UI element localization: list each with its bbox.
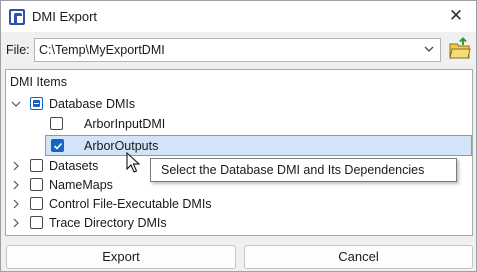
tree-item-label: Control File-Executable DMIs [49,197,212,211]
tree-item-control-file-executable-dmis[interactable]: Control File-Executable DMIs [6,194,472,214]
checkbox-arborinputdmi[interactable] [50,117,63,130]
dmi-export-dialog: DMI Export ✕ File: C:\Temp\MyExportDMI D… [0,0,477,272]
checkbox-arboroutputs[interactable] [51,139,64,152]
tree-item-label: ArborInputDMI [84,117,166,131]
file-path-value: C:\Temp\MyExportDMI [39,43,165,57]
file-row: File: C:\Temp\MyExportDMI [1,36,476,64]
mouse-pointer-icon [126,152,140,173]
checkbox-control-file-executable-dmis[interactable] [30,197,43,210]
dmi-items-tree[interactable]: DMI Items Database DMIs ArborInputDMI Ar… [5,69,473,236]
cancel-button[interactable]: Cancel [244,245,473,269]
checkmark-icon [53,142,63,150]
tree-item-label: NameMaps [49,178,113,192]
checkbox-database-dmis[interactable] [30,97,43,110]
tree-item-label: Datasets [49,159,99,173]
tree-item-trace-directory-dmis[interactable]: Trace Directory DMIs [6,213,472,233]
window-title: DMI Export [32,9,98,24]
chevron-right-icon[interactable] [11,180,21,190]
export-button[interactable]: Export [6,245,236,269]
checkbox-namemaps[interactable] [30,178,43,191]
tooltip-text: Select the Database DMI and Its Dependen… [161,163,425,177]
chevron-right-icon[interactable] [11,199,21,209]
tree-item-label: Database DMIs [49,97,136,111]
title-bar[interactable]: DMI Export ✕ [1,1,476,32]
file-path-combo[interactable]: C:\Temp\MyExportDMI [34,38,441,62]
tree-header: DMI Items [10,75,67,89]
app-r-icon [9,9,25,25]
file-label: File: [6,43,30,57]
tree-item-label: Trace Directory DMIs [49,216,167,230]
tooltip: Select the Database DMI and Its Dependen… [150,158,457,182]
chevron-right-icon[interactable] [11,161,21,171]
tree-item-arboroutputs[interactable]: ArborOutputs [45,135,472,156]
chevron-down-icon[interactable] [422,42,436,56]
checkbox-datasets[interactable] [30,159,43,172]
chevron-right-icon[interactable] [11,218,21,228]
chevron-down-icon[interactable] [11,99,21,109]
tree-item-database-dmis[interactable]: Database DMIs [6,94,472,114]
open-folder-icon[interactable] [448,36,472,62]
checkbox-trace-directory-dmis[interactable] [30,216,43,229]
close-button[interactable]: ✕ [442,3,470,29]
tree-item-label: ArborOutputs [84,139,159,153]
tree-item-arborinputdmi[interactable]: ArborInputDMI [6,114,472,134]
close-icon: ✕ [448,6,464,25]
